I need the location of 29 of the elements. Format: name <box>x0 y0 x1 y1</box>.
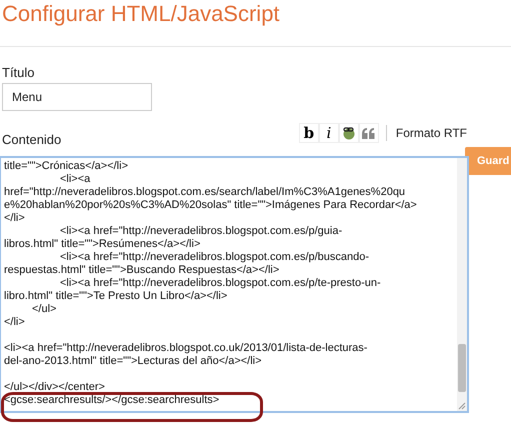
html-editor-field[interactable] <box>0 156 469 413</box>
field-label: Contenido <box>1 132 62 147</box>
page-title: Configurar HTML/JavaScript <box>0 0 511 47</box>
code-line: <li><a href="http://neveradelibros.blogspot.co.uk/2013/01/lista-de-lecturas- <box>4 342 368 355</box>
scrollbar[interactable] <box>457 158 467 411</box>
code-line: del-ano-2013.html" title="">Lecturas del año</a></li> <box>4 355 263 368</box>
code-line: href="http://neveradelibros.blogspot.com.es/search/label/Im%C3%A1genes%20qu <box>4 186 406 199</box>
quote-icon <box>362 128 376 138</box>
title-input[interactable]: Menu <box>2 83 152 111</box>
rich-text-link[interactable]: Formato RTF <box>396 126 467 140</box>
code-line: <li><a href="http://neveradelibros.blogspot.com.es/p/guia- <box>59 225 344 238</box>
code-line: libro.html" title="">Te Presto Un Libro</a></li> <box>4 290 228 303</box>
code-line: </li> <box>4 316 26 329</box>
code-line: title="">Crónicas</a></li> <box>4 160 129 173</box>
code-line: </li> <box>4 212 26 225</box>
globe-link-icon <box>342 126 356 140</box>
link-button[interactable] <box>338 123 359 143</box>
code-line: </ul></div></center> <box>4 381 106 394</box>
code-line: <li><a <box>59 173 92 186</box>
code-line: libros.html" title="">Resúmenes</a></li> <box>4 238 202 251</box>
code-line: </ul> <box>31 303 58 316</box>
code-line: e%20hablan%20por%20s%C3%AD%20solas" title="">Imágenes Para Recordar</a> <box>4 199 418 212</box>
code-line: <li><a href="http://neveradelibros.blogspot.com.es/p/buscando- <box>59 251 370 264</box>
code-line: respuestas.html" title="">Buscando Respuestas</a></li> <box>4 264 280 277</box>
code-line: <gcse:searchresults/></gcse:searchresults> <box>4 394 220 407</box>
bold-button[interactable]: b <box>298 123 319 143</box>
field-label: Título <box>1 65 36 80</box>
italic-button[interactable]: i <box>318 123 339 143</box>
code-line: <li><a href="http://neveradelibros.blogspot.com.es/p/te-presto-un- <box>59 277 382 290</box>
